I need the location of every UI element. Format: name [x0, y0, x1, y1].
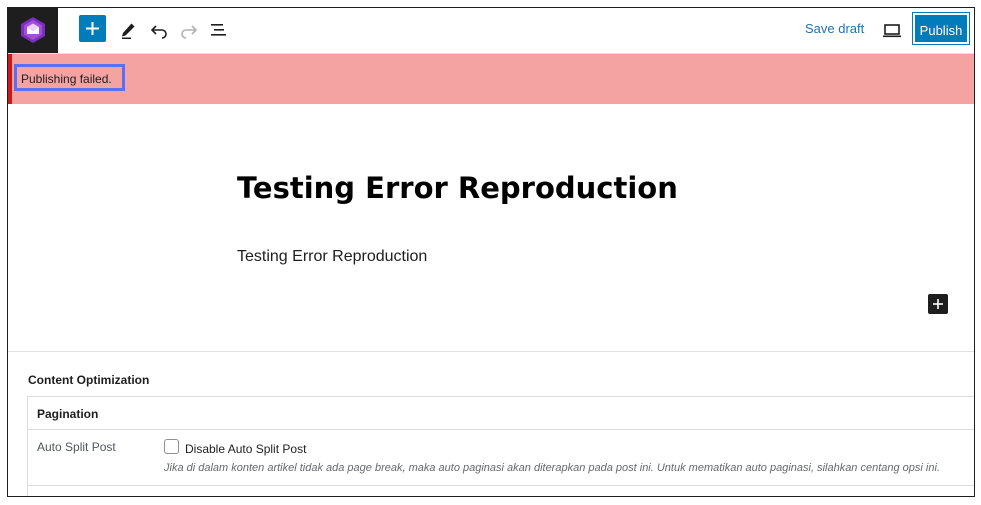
post-title[interactable]: Testing Error Reproduction: [237, 171, 678, 205]
pencil-icon: [122, 23, 135, 39]
document-overview-button[interactable]: [207, 18, 231, 42]
auto-split-post-label: Auto Split Post: [37, 440, 116, 454]
error-notice: Publishing failed.: [8, 54, 974, 104]
plus-icon: [86, 22, 99, 35]
undo-icon: [150, 25, 167, 39]
content-optimization-metabox: Content Optimization Pagination Auto Spl…: [8, 351, 974, 496]
publish-button[interactable]: Publish: [912, 12, 970, 45]
plus-icon: [933, 299, 943, 309]
paragraph-block[interactable]: Testing Error Reproduction: [237, 248, 427, 266]
pagination-panel: Pagination Auto Split Post Disable Auto …: [27, 396, 974, 496]
add-block-button[interactable]: [928, 294, 948, 314]
desktop-preview-icon: [883, 24, 901, 38]
site-logo-icon: [21, 17, 45, 43]
pagination-title: Pagination: [37, 407, 99, 421]
pagination-header: Pagination: [28, 397, 974, 430]
redo-button[interactable]: [177, 18, 201, 42]
tools-button[interactable]: [116, 18, 140, 42]
block-inserter-toggle[interactable]: [79, 15, 106, 42]
editor-window: Save draft Publish Publishing failed. Te…: [7, 7, 975, 497]
auto-split-description: Jika di dalam konten artikel tidak ada p…: [164, 462, 940, 474]
preview-button[interactable]: [880, 19, 904, 43]
redo-icon: [181, 25, 198, 39]
notice-message: Publishing failed.: [21, 72, 112, 86]
save-draft-button[interactable]: Save draft: [805, 21, 864, 36]
editor-toolbar: Save draft Publish: [8, 8, 974, 54]
disable-auto-split-label[interactable]: Disable Auto Split Post: [185, 442, 306, 456]
site-logo-button[interactable]: [8, 8, 58, 53]
undo-button[interactable]: [147, 18, 171, 42]
row-divider: [28, 485, 974, 486]
list-view-icon: [211, 24, 226, 36]
disable-auto-split-checkbox[interactable]: [164, 439, 179, 454]
metabox-title[interactable]: Content Optimization: [28, 373, 149, 387]
